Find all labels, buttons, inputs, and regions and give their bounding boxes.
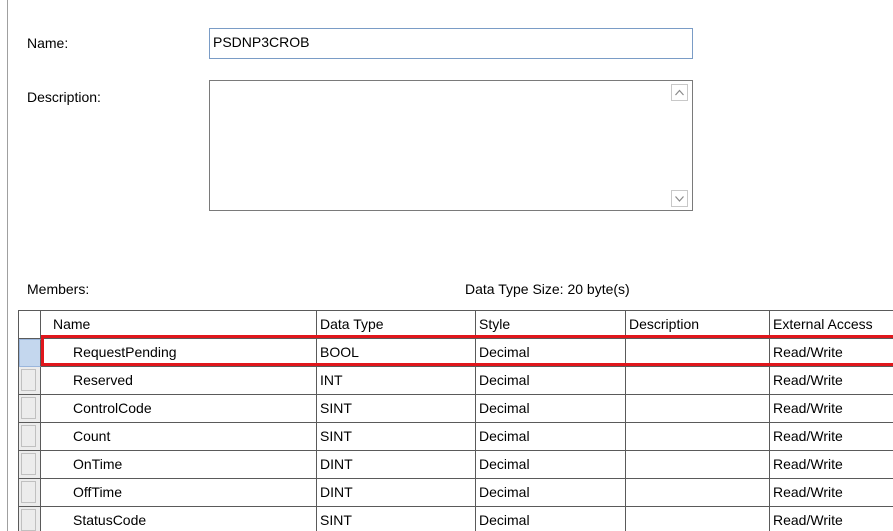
row-selector-face <box>21 481 36 503</box>
row-selector[interactable] <box>19 507 41 531</box>
table-row[interactable]: ControlCode SINT Decimal Read/Write <box>19 395 893 423</box>
name-field[interactable]: PSDNP3CROB <box>209 28 693 59</box>
table-row[interactable]: Reserved INT Decimal Read/Write <box>19 367 893 395</box>
row-selector-face <box>21 509 36 531</box>
table-row[interactable]: Count SINT Decimal Read/Write <box>19 423 893 451</box>
row-selector[interactable] <box>19 367 41 395</box>
corner-cell <box>19 311 41 339</box>
row-selector-face <box>21 369 36 391</box>
cell-style[interactable]: Decimal <box>476 507 626 531</box>
data-type-editor: Name: PSDNP3CROB Description: Members: D… <box>0 0 893 531</box>
row-selector-face <box>21 425 36 447</box>
table-header: Name Data Type Style Description Externa… <box>19 311 893 339</box>
cell-style[interactable]: Decimal <box>476 339 626 367</box>
cell-name[interactable]: Count <box>41 423 317 451</box>
column-header-name[interactable]: Name <box>41 311 317 339</box>
row-selector[interactable] <box>19 395 41 423</box>
cell-data-type[interactable]: SINT <box>317 423 476 451</box>
table-row[interactable]: StatusCode SINT Decimal Read/Write <box>19 507 893 531</box>
cell-name[interactable]: RequestPending <box>41 339 317 367</box>
scroll-down-button[interactable] <box>671 190 688 207</box>
cell-name[interactable]: OnTime <box>41 451 317 479</box>
table-row[interactable]: OnTime DINT Decimal Read/Write <box>19 451 893 479</box>
cell-data-type[interactable]: SINT <box>317 507 476 531</box>
cell-data-type[interactable]: DINT <box>317 451 476 479</box>
chevron-down-icon <box>675 196 684 202</box>
table-row[interactable]: RequestPending BOOL Decimal Read/Write <box>19 339 893 367</box>
cell-external-access[interactable]: Read/Write <box>770 395 893 423</box>
cell-external-access[interactable]: Read/Write <box>770 423 893 451</box>
cell-description[interactable] <box>626 479 770 507</box>
cell-external-access[interactable]: Read/Write <box>770 479 893 507</box>
cell-description[interactable] <box>626 395 770 423</box>
cell-data-type[interactable]: BOOL <box>317 339 476 367</box>
row-selector-face <box>21 453 36 475</box>
cell-name[interactable]: OffTime <box>41 479 317 507</box>
cell-data-type[interactable]: INT <box>317 367 476 395</box>
cell-external-access[interactable]: Read/Write <box>770 451 893 479</box>
column-header-data-type[interactable]: Data Type <box>317 311 476 339</box>
row-selector[interactable] <box>19 423 41 451</box>
name-label: Name: <box>27 35 69 51</box>
cell-data-type[interactable]: SINT <box>317 395 476 423</box>
cell-description[interactable] <box>626 367 770 395</box>
cell-description[interactable] <box>626 339 770 367</box>
cell-style[interactable]: Decimal <box>476 423 626 451</box>
cell-style[interactable]: Decimal <box>476 479 626 507</box>
cell-style[interactable]: Decimal <box>476 451 626 479</box>
cell-external-access[interactable]: Read/Write <box>770 339 893 367</box>
chevron-up-icon <box>675 89 684 96</box>
row-selector[interactable] <box>19 451 41 479</box>
column-header-style[interactable]: Style <box>476 311 626 339</box>
cell-name[interactable]: Reserved <box>41 367 317 395</box>
members-table: Name Data Type Style Description Externa… <box>18 310 893 531</box>
data-type-size: Data Type Size: 20 byte(s) <box>465 281 630 297</box>
scroll-up-button[interactable] <box>671 84 688 101</box>
cell-name[interactable]: StatusCode <box>41 507 317 531</box>
cell-description[interactable] <box>626 423 770 451</box>
row-selector-face <box>21 397 36 419</box>
description-label: Description: <box>27 89 101 105</box>
members-label: Members: <box>27 281 90 297</box>
cell-description[interactable] <box>626 507 770 531</box>
table-row[interactable]: OffTime DINT Decimal Read/Write <box>19 479 893 507</box>
cell-name[interactable]: ControlCode <box>41 395 317 423</box>
cell-style[interactable]: Decimal <box>476 395 626 423</box>
cell-external-access[interactable]: Read/Write <box>770 367 893 395</box>
row-selector[interactable] <box>19 339 41 367</box>
column-header-external-access[interactable]: External Access <box>770 311 893 339</box>
cell-data-type[interactable]: DINT <box>317 479 476 507</box>
column-header-description[interactable]: Description <box>626 311 770 339</box>
cell-description[interactable] <box>626 451 770 479</box>
cell-style[interactable]: Decimal <box>476 367 626 395</box>
cell-external-access[interactable]: Read/Write <box>770 507 893 531</box>
row-selector[interactable] <box>19 479 41 507</box>
description-field[interactable] <box>209 80 693 211</box>
window-border <box>7 0 8 531</box>
